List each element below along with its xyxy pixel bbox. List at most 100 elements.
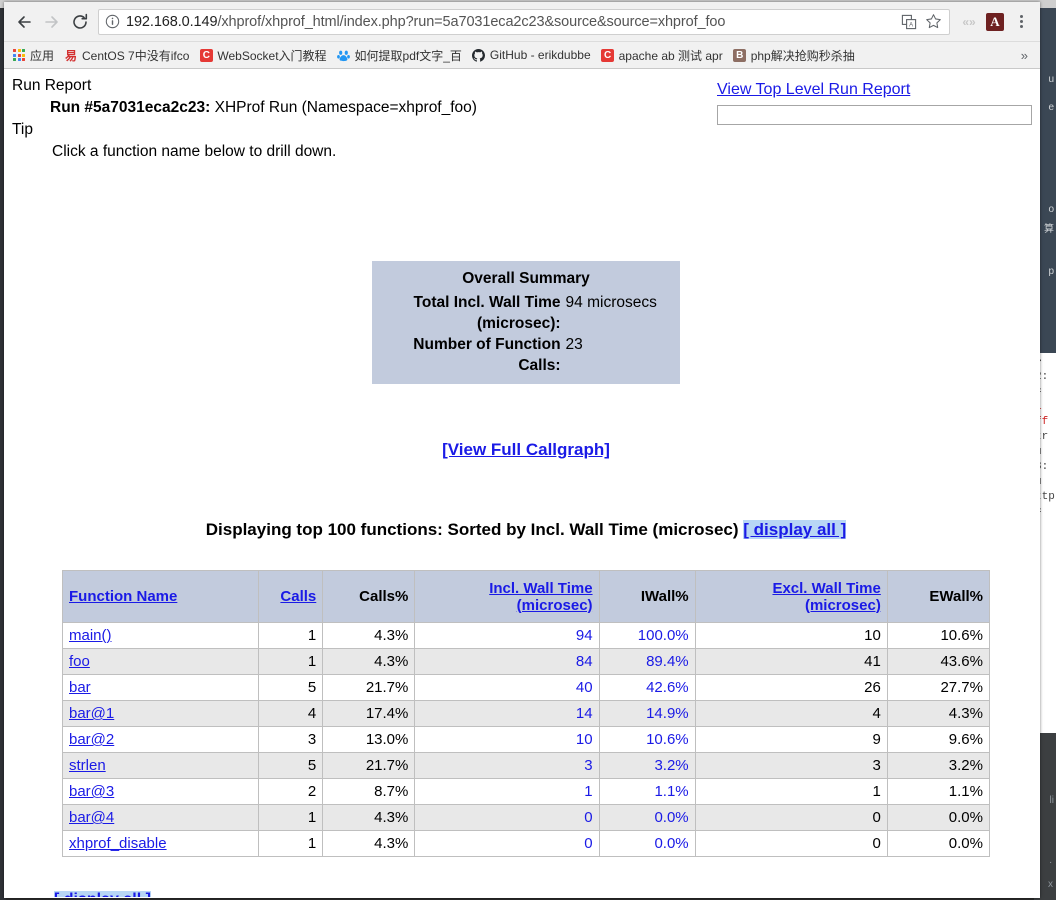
run-id-label: Run #5a7031eca2c23: (50, 99, 211, 116)
cell-calls-pct: 8.7% (322, 778, 416, 805)
column-header-function-name[interactable]: Function Name (61, 570, 260, 623)
cell-calls: 1 (258, 648, 324, 675)
table-row: main() 1 4.3% 94 100.0% 10 10.6% (61, 622, 991, 649)
cell-ewall-pct: 0.0% (886, 804, 991, 831)
bookmark-github[interactable]: GitHub - erikdubbe (468, 46, 597, 64)
sort-function-name-link[interactable]: Function Name (69, 588, 177, 605)
cell-calls-pct: 13.0% (322, 726, 416, 753)
cell-excl-wall: 1 (694, 778, 888, 805)
summary-row: Total Incl. Wall Time (microsec): 94 mic… (382, 292, 670, 334)
cell-iwall-pct: 3.2% (598, 752, 696, 779)
column-header-excl-wall-time[interactable]: Excl. Wall Time (microsec) (694, 570, 888, 623)
table-row: foo 1 4.3% 84 89.4% 41 43.6% (61, 648, 991, 675)
function-name-link[interactable]: strlen (69, 757, 106, 774)
cell-calls-pct: 4.3% (322, 622, 416, 649)
function-name-link[interactable]: bar@4 (69, 809, 114, 826)
run-id-input[interactable] (717, 105, 1032, 125)
bookmark-pdf[interactable]: 如何提取pdf文字_百 (333, 45, 468, 66)
cell-function-name[interactable]: strlen (61, 752, 260, 779)
function-name-link[interactable]: bar@1 (69, 705, 114, 722)
cell-incl-wall: 10 (414, 726, 600, 753)
bookmark-pdf-label: 如何提取pdf文字_百 (354, 48, 462, 63)
chrome-browser-window: 192.168.0.149/xhprof/xhprof_html/index.p… (4, 2, 1040, 898)
cell-function-name[interactable]: xhprof_disable (61, 830, 260, 857)
view-top-level-run-report-link[interactable]: View Top Level Run Report (717, 81, 910, 98)
overall-summary-box: Overall Summary Total Incl. Wall Time (m… (372, 261, 680, 384)
cell-function-name[interactable]: main() (61, 622, 260, 649)
bookmark-websocket[interactable]: C WebSocket入门教程 (195, 45, 332, 66)
cell-ewall-pct: 1.1% (886, 778, 991, 805)
chrome-menu-dots (1019, 15, 1023, 28)
adobe-acrobat-icon[interactable]: A (982, 9, 1008, 35)
back-button[interactable] (10, 8, 38, 36)
top-level-report-section: View Top Level Run Report (717, 81, 1035, 125)
address-bar[interactable]: 192.168.0.149/xhprof/xhprof_html/index.p… (98, 8, 950, 35)
chrome-menu-icon[interactable] (1008, 9, 1034, 35)
cell-incl-wall: 0 (414, 830, 600, 857)
apps-grid-icon (12, 48, 26, 62)
total-incl-wall-time-unit: microsecs (587, 294, 657, 311)
display-all-link-top[interactable]: [ display all ] (743, 520, 847, 539)
column-header-incl-wall-time[interactable]: Incl. Wall Time (microsec) (414, 570, 600, 623)
sort-calls-link[interactable]: Calls (280, 588, 316, 605)
cell-incl-wall: 94 (414, 622, 600, 649)
overall-summary-title: Overall Summary (462, 270, 590, 287)
cell-function-name[interactable]: bar@3 (61, 778, 260, 805)
cell-calls: 5 (258, 752, 324, 779)
bg-sliver-text-1: u (1048, 74, 1054, 85)
bookmark-apache-ab[interactable]: C apache ab 测试 apr (597, 45, 729, 66)
star-icon[interactable] (921, 11, 945, 33)
bg-sliver-text-3: o (1048, 204, 1054, 215)
function-name-link[interactable]: bar@2 (69, 731, 114, 748)
apps-shortcut[interactable]: 应用 (8, 45, 60, 66)
bookmarks-overflow-chevron-double-right-icon[interactable]: » (1021, 48, 1036, 63)
forward-button[interactable] (38, 8, 66, 36)
cell-function-name[interactable]: bar@2 (61, 726, 260, 753)
bookmark-github-label: GitHub - erikdubbe (489, 48, 591, 62)
table-row: bar@2 3 13.0% 10 10.6% 9 9.6% (61, 726, 991, 753)
sort-excl-wall-time-link[interactable]: Excl. Wall Time (microsec) (772, 580, 880, 614)
cell-function-name[interactable]: bar@1 (61, 700, 260, 727)
bg-sliver-text-5: p (1048, 266, 1054, 277)
sort-incl-wall-time-link[interactable]: Incl. Wall Time (microsec) (489, 580, 592, 614)
reload-button[interactable] (66, 8, 94, 36)
cell-incl-wall: 3 (414, 752, 600, 779)
column-header-calls[interactable]: Calls (258, 570, 324, 623)
extension-icon-glyph: «» (962, 14, 976, 29)
cell-ewall-pct: 10.6% (886, 622, 991, 649)
github-icon (472, 48, 486, 62)
table-row: bar@1 4 17.4% 14 14.9% 4 4.3% (61, 700, 991, 727)
table-row: bar 5 21.7% 40 42.6% 26 27.7% (61, 674, 991, 701)
cell-function-name[interactable]: bar@4 (61, 804, 260, 831)
functions-table-wrap: Function Name Calls Calls% Incl. Wall Ti… (12, 570, 1040, 857)
display-all-link-bottom[interactable]: [ display all ] (54, 891, 151, 897)
view-full-callgraph-link[interactable]: [View Full Callgraph] (442, 440, 610, 459)
num-function-calls-label: Number of Function Calls: (413, 336, 561, 374)
cell-function-name[interactable]: bar (61, 674, 260, 701)
function-name-link[interactable]: foo (69, 653, 90, 670)
cell-excl-wall: 10 (694, 622, 888, 649)
extension-icon[interactable]: «» (956, 9, 982, 35)
function-name-link[interactable]: bar (69, 679, 91, 696)
cell-incl-wall: 40 (414, 674, 600, 701)
num-function-calls-value: 23 (565, 336, 583, 353)
column-header-iwall-pct: IWall% (598, 570, 696, 623)
cell-calls-pct: 4.3% (322, 804, 416, 831)
cell-function-name[interactable]: foo (61, 648, 260, 675)
cell-excl-wall: 26 (694, 674, 888, 701)
bookmark-php[interactable]: B php解决抢购秒杀抽 (729, 45, 861, 66)
functions-table: Function Name Calls Calls% Incl. Wall Ti… (61, 570, 991, 857)
function-name-link[interactable]: bar@3 (69, 783, 114, 800)
column-header-calls-pct: Calls% (322, 570, 416, 623)
column-header-ewall-pct: EWall% (886, 570, 991, 623)
cell-ewall-pct: 4.3% (886, 700, 991, 727)
bottom-display-all-section: [ display all ] (12, 891, 1040, 897)
bookmark-centos[interactable]: 易 CentOS 7中没有ifco (60, 45, 195, 66)
function-name-link[interactable]: main() (69, 627, 112, 644)
function-name-link[interactable]: xhprof_disable (69, 835, 167, 852)
functions-table-body: main() 1 4.3% 94 100.0% 10 10.6% foo 1 4.3% 84 89.4… (61, 622, 991, 857)
translate-icon[interactable]: A (897, 11, 921, 33)
info-circle-icon[interactable] (105, 14, 120, 29)
svg-text:A: A (909, 22, 913, 28)
cell-calls: 3 (258, 726, 324, 753)
